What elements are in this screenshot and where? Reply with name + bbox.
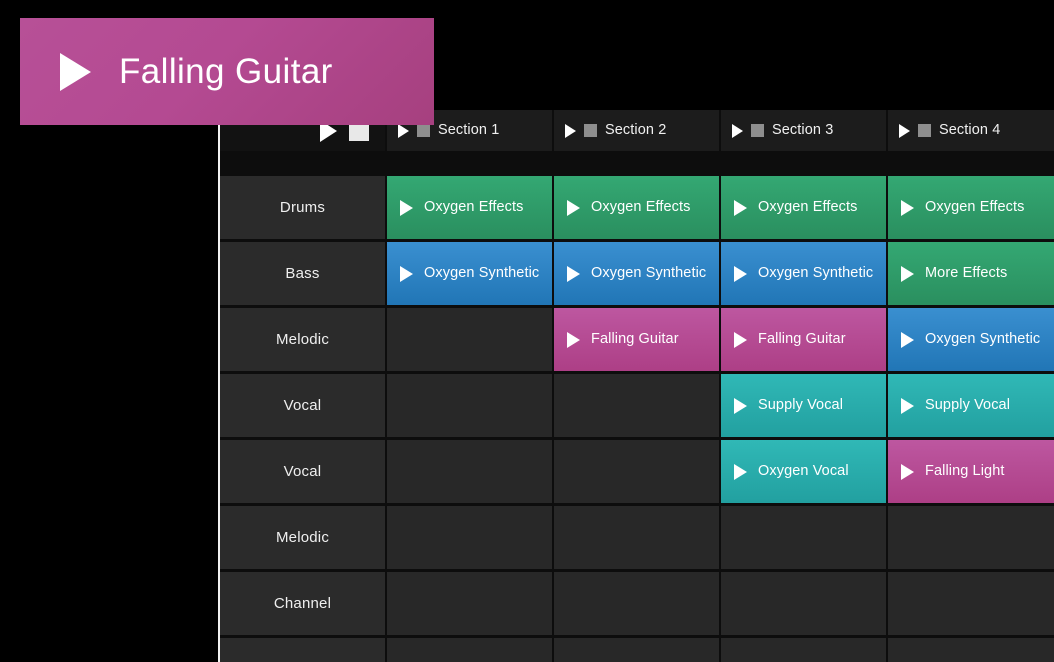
play-icon[interactable]	[565, 124, 576, 138]
clip-slot-empty[interactable]	[721, 638, 886, 662]
track-name-cell[interactable]: Bass	[220, 242, 385, 305]
track-name-label: Drums	[280, 199, 325, 216]
clip-label: Supply Vocal	[925, 398, 1010, 413]
play-icon[interactable]	[60, 53, 91, 91]
track-name-label: Melodic	[276, 529, 329, 546]
play-icon[interactable]	[734, 332, 747, 348]
track-name-cell[interactable]: Drums	[220, 176, 385, 239]
clip-slot-empty[interactable]	[387, 638, 552, 662]
clip-slot-filled[interactable]: Falling Guitar	[554, 308, 719, 371]
track-name-label: Channel	[274, 595, 331, 612]
falling-guitar-overlay-badge[interactable]: Falling Guitar	[20, 18, 434, 125]
play-icon[interactable]	[734, 200, 747, 216]
clip-slot-filled[interactable]: Oxygen Synthetic	[721, 242, 886, 305]
clip-slot-empty[interactable]	[721, 506, 886, 569]
play-icon[interactable]	[901, 398, 914, 414]
section-header-label: Section 3	[772, 123, 833, 138]
clip-slot-filled[interactable]: Oxygen Synthetic	[888, 308, 1054, 371]
clip-slot-filled[interactable]: Oxygen Effects	[554, 176, 719, 239]
session-grid: Section 1 Section 2 Section 3 Section 4 Drum…	[220, 110, 1054, 662]
stop-icon[interactable]	[584, 124, 597, 137]
play-icon[interactable]	[901, 464, 914, 480]
session-grid-panel: Section 1 Section 2 Section 3 Section 4 Drum…	[218, 110, 1054, 662]
clip-slot-filled[interactable]: Oxygen Effects	[387, 176, 552, 239]
clip-slot-filled[interactable]: Oxygen Synthetic	[554, 242, 719, 305]
clip-label: Oxygen Effects	[925, 200, 1024, 215]
overlay-title: Falling Guitar	[119, 54, 333, 89]
section-header-label: Section 1	[438, 123, 499, 138]
clip-slot-empty[interactable]	[554, 506, 719, 569]
section-header-2[interactable]: Section 2	[554, 110, 719, 151]
section-header-3[interactable]: Section 3	[721, 110, 886, 151]
play-icon[interactable]	[567, 200, 580, 216]
clip-label: More Effects	[925, 266, 1007, 281]
track-name-cell[interactable]: Channel	[220, 572, 385, 635]
play-icon[interactable]	[901, 266, 914, 282]
clip-slot-empty[interactable]	[387, 506, 552, 569]
clip-slot-filled[interactable]: Oxygen Vocal	[721, 440, 886, 503]
app-root: Section 1 Section 2 Section 3 Section 4 Drum…	[0, 0, 1054, 662]
section-header-label: Section 2	[605, 123, 666, 138]
clip-slot-filled[interactable]: Falling Light	[888, 440, 1054, 503]
clip-label: Supply Vocal	[758, 398, 843, 413]
clip-slot-empty[interactable]	[387, 374, 552, 437]
track-name-cell[interactable]: Melodic	[220, 506, 385, 569]
clip-slot-filled[interactable]: Falling Guitar	[721, 308, 886, 371]
play-icon[interactable]	[899, 124, 910, 138]
clip-slot-filled[interactable]: Oxygen Effects	[888, 176, 1054, 239]
track-name-label: Vocal	[284, 397, 322, 414]
clip-label: Oxygen Effects	[758, 200, 857, 215]
clip-label: Oxygen Effects	[424, 200, 523, 215]
clip-label: Oxygen Vocal	[758, 464, 849, 479]
track-name-cell[interactable]: Melodic	[220, 308, 385, 371]
clip-slot-empty[interactable]	[888, 572, 1054, 635]
play-icon[interactable]	[734, 266, 747, 282]
track-name-cell[interactable]: Channel	[220, 638, 385, 662]
clip-slot-filled[interactable]: Oxygen Synthetic	[387, 242, 552, 305]
clip-label: Oxygen Synthetic	[424, 266, 539, 281]
play-icon[interactable]	[901, 332, 914, 348]
play-icon[interactable]	[400, 200, 413, 216]
clip-label: Oxygen Synthetic	[758, 266, 873, 281]
play-icon[interactable]	[734, 464, 747, 480]
clip-slot-empty[interactable]	[554, 374, 719, 437]
clip-label: Oxygen Effects	[591, 200, 690, 215]
clip-slot-empty[interactable]	[387, 308, 552, 371]
clip-slot-filled[interactable]: More Effects	[888, 242, 1054, 305]
clip-slot-empty[interactable]	[888, 638, 1054, 662]
clip-label: Falling Light	[925, 464, 1005, 479]
play-icon[interactable]	[567, 332, 580, 348]
track-name-label: Melodic	[276, 331, 329, 348]
section-header-label: Section 4	[939, 123, 1000, 138]
clip-slot-empty[interactable]	[387, 572, 552, 635]
track-name-label: Vocal	[284, 463, 322, 480]
play-icon[interactable]	[567, 266, 580, 282]
track-name-cell[interactable]: Vocal	[220, 374, 385, 437]
clip-slot-filled[interactable]: Supply Vocal	[888, 374, 1054, 437]
clip-label: Oxygen Synthetic	[591, 266, 706, 281]
clip-slot-empty[interactable]	[721, 572, 886, 635]
clip-label: Falling Guitar	[758, 332, 846, 347]
clip-slot-empty[interactable]	[387, 440, 552, 503]
stop-icon[interactable]	[417, 124, 430, 137]
play-icon[interactable]	[901, 200, 914, 216]
stop-icon[interactable]	[751, 124, 764, 137]
clip-slot-filled[interactable]: Oxygen Effects	[721, 176, 886, 239]
clip-slot-empty[interactable]	[888, 506, 1054, 569]
play-icon[interactable]	[732, 124, 743, 138]
section-header-4[interactable]: Section 4	[888, 110, 1054, 151]
play-icon[interactable]	[734, 398, 747, 414]
clip-slot-empty[interactable]	[554, 440, 719, 503]
clip-label: Oxygen Synthetic	[925, 332, 1040, 347]
stop-icon[interactable]	[918, 124, 931, 137]
play-icon[interactable]	[398, 124, 409, 138]
track-name-label: Bass	[285, 265, 319, 282]
clip-label: Falling Guitar	[591, 332, 679, 347]
play-icon[interactable]	[400, 266, 413, 282]
clip-slot-empty[interactable]	[554, 638, 719, 662]
track-name-cell[interactable]: Vocal	[220, 440, 385, 503]
clip-slot-empty[interactable]	[554, 572, 719, 635]
clip-slot-filled[interactable]: Supply Vocal	[721, 374, 886, 437]
